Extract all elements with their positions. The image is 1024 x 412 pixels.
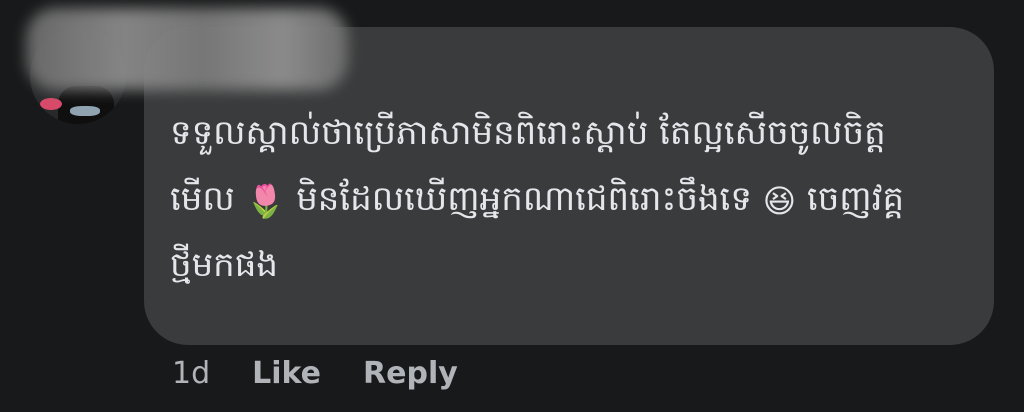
comment-line-1: ទទួលស្គាល់ថាប្រើភាសាមិនពិរោះស្ដាប់ តែល្អ…: [170, 113, 886, 153]
reply-button[interactable]: Reply: [363, 356, 458, 391]
avatar-hat: [70, 106, 100, 116]
comment: ទទួលស្គាល់ថាប្រើភាសាមិនពិរោះស្ដាប់ តែល្អ…: [0, 0, 1024, 412]
comment-line-2: មើល 🌷 មិនដែលឃើញអ្នកណាជេពិរោះចឹងទេ 😆 ចេញវ…: [170, 166, 970, 232]
comment-segment: មិនដែលឃើញអ្នកណាជេពិរោះចឹងទេ: [296, 179, 752, 219]
like-button[interactable]: Like: [252, 356, 321, 391]
laughing-emoji-icon: 😆: [762, 181, 797, 220]
comment-segment: ចេញវគ្គ: [806, 179, 905, 219]
commenter-name-blurred[interactable]: [26, 8, 348, 90]
avatar-figure: [58, 86, 114, 124]
avatar-flower: [40, 98, 62, 110]
comment-segment: មើល: [170, 179, 235, 219]
comment-actions: 1d Like Reply: [172, 356, 500, 391]
comment-text: ទទួលស្គាល់ថាប្រើភាសាមិនពិរោះស្ដាប់ តែល្អ…: [170, 100, 970, 298]
comment-line-3: ថ្មីមកផង: [170, 245, 278, 285]
tulip-emoji-icon: 🌷: [245, 181, 286, 220]
comment-timestamp[interactable]: 1d: [172, 356, 210, 391]
